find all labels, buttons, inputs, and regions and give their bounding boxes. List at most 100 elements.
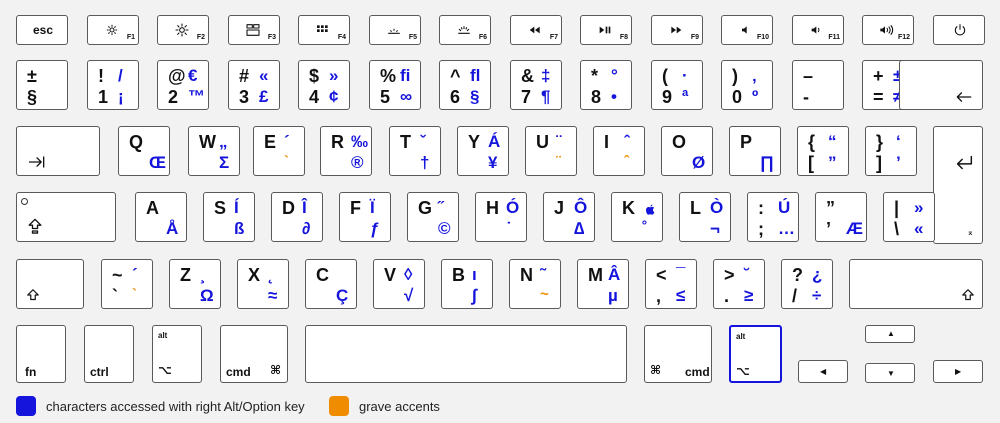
key-b[interactable]: Bı ∫ <box>441 259 493 309</box>
key-arrow-left[interactable]: ◀ <box>798 360 848 383</box>
key-grave[interactable]: ~ ` ´ ` <box>101 259 153 309</box>
key-fn[interactable]: fn <box>16 325 66 383</box>
key-u[interactable]: U ¨ ¨ <box>525 126 577 176</box>
key-rbracket[interactable]: }] ‘ ’ <box>865 126 917 176</box>
key-f2[interactable]: F2 <box>157 15 209 45</box>
key-alt-char: º <box>752 87 759 106</box>
key-9[interactable]: (9 · ª <box>651 60 703 110</box>
key-arrow-right[interactable]: ▶ <box>933 360 983 383</box>
key-alt-char: © <box>438 219 451 238</box>
key-t[interactable]: T ˇ † <box>389 126 441 176</box>
key-arrow-down[interactable]: ▼ <box>865 363 915 383</box>
key-right-option[interactable]: alt ⌥ <box>729 325 782 383</box>
key-6[interactable]: ^ 6 ﬂ § <box>439 60 491 110</box>
key-g[interactable]: G ˝ © <box>407 192 459 242</box>
volume-up-icon <box>880 25 894 35</box>
key-f7[interactable]: F7 <box>510 15 562 45</box>
key-k[interactable]: K ˚ <box>611 192 663 242</box>
key-2[interactable]: @2 € ™ <box>157 60 209 110</box>
key-alt-shift-char: “ <box>828 132 837 151</box>
key-f5[interactable]: F5 <box>369 15 421 45</box>
key-4[interactable]: $4 » ¢ <box>298 60 350 110</box>
key-shift-char: G <box>418 198 433 218</box>
key-o[interactable]: OØ <box>661 126 713 176</box>
key-j[interactable]: J Ô ∆ <box>543 192 595 242</box>
key-shift-char: % <box>380 66 397 86</box>
key-left-command[interactable]: cmd ⌘ <box>220 325 288 383</box>
key-s[interactable]: SÍß <box>203 192 255 242</box>
key-alt-char: ß <box>234 219 245 238</box>
key-3[interactable]: #3 « £ <box>228 60 280 110</box>
key-i[interactable]: Iˆˆ <box>593 126 645 176</box>
key-y[interactable]: Y Á ¥ <box>457 126 509 176</box>
key-f10[interactable]: F10 <box>721 15 773 45</box>
key-f9[interactable]: F9 <box>651 15 703 45</box>
key-base-char: 8 <box>591 87 602 107</box>
key-alt-char: ™ <box>188 87 205 106</box>
key-r[interactable]: R ‰ ® <box>320 126 372 176</box>
key-p[interactable]: P ∏ <box>729 126 781 176</box>
key-f8[interactable]: F8 <box>580 15 632 45</box>
key-backspace[interactable] <box>899 60 983 110</box>
key-right-command[interactable]: ⌘ cmd <box>644 325 712 383</box>
key-esc[interactable]: esc <box>16 15 68 45</box>
key-alt-shift-char: · <box>682 66 688 85</box>
key-1[interactable]: ! 1 / ¡ <box>87 60 139 110</box>
key-shift-char: C <box>316 265 329 285</box>
key-capslock[interactable] <box>16 192 116 242</box>
key-f1[interactable]: F1 <box>87 15 139 45</box>
key-backslash[interactable]: | \ » « <box>883 192 935 242</box>
key-section[interactable]: ± § <box>16 60 68 110</box>
key-0[interactable]: ) 0 ‚ º <box>721 60 773 110</box>
key-w[interactable]: W „ Σ <box>188 126 240 176</box>
key-shift-char: P <box>740 132 753 152</box>
key-m[interactable]: MÂµ <box>577 259 629 309</box>
key-h[interactable]: H Ó ˙ <box>475 192 527 242</box>
key-e[interactable]: E ´ ` <box>253 126 305 176</box>
key-f12[interactable]: F12 <box>862 15 914 45</box>
key-power[interactable] <box>933 15 985 45</box>
key-semicolon[interactable]: :; Ú… <box>747 192 799 242</box>
key-left-option[interactable]: alt ⌥ <box>152 325 202 383</box>
key-slash[interactable]: ? / ¿ ÷ <box>781 259 833 309</box>
key-shift-char: ^ <box>450 66 461 86</box>
key-8[interactable]: * 8 ° • <box>580 60 632 110</box>
key-quote[interactable]: ”’ Æ <box>815 192 867 242</box>
key-left-shift[interactable] <box>16 259 84 309</box>
key-f4[interactable]: F4 <box>298 15 350 45</box>
key-x[interactable]: X ˛ ≈ <box>237 259 289 309</box>
key-minus[interactable]: – - <box>792 60 844 110</box>
key-shift-char: @ <box>168 66 186 86</box>
key-a[interactable]: AÅ <box>135 192 187 242</box>
key-5[interactable]: % 5 ﬁ ∞ <box>369 60 421 110</box>
key-l[interactable]: L Ò ¬ <box>679 192 731 242</box>
key-alt-char: Œ <box>149 153 166 172</box>
key-return[interactable]: ⌅ <box>933 126 983 244</box>
key-7[interactable]: & 7 ‡ ¶ <box>510 60 562 110</box>
key-tab[interactable] <box>16 126 100 176</box>
key-v[interactable]: V ◊ √ <box>373 259 425 309</box>
key-f11[interactable]: F11 <box>792 15 844 45</box>
key-ctrl[interactable]: ctrl <box>84 325 134 383</box>
key-comma[interactable]: <, ¯ ≤ <box>645 259 697 309</box>
key-lbracket[interactable]: {[“ ” <box>797 126 849 176</box>
key-right-shift[interactable] <box>849 259 983 309</box>
key-alt-char: £ <box>259 87 269 106</box>
key-base-char: , <box>656 286 662 306</box>
key-f3[interactable]: F3 <box>228 15 280 45</box>
key-c[interactable]: CÇ <box>305 259 357 309</box>
key-alt-shift-char: » <box>329 66 339 85</box>
key-d[interactable]: D Î ∂ <box>271 192 323 242</box>
key-f[interactable]: FÏƒ <box>339 192 391 242</box>
key-q[interactable]: QŒ <box>118 126 170 176</box>
key-z[interactable]: Z ¸ Ω <box>169 259 221 309</box>
key-f6[interactable]: F6 <box>439 15 491 45</box>
key-n[interactable]: N ˜ ~ <box>509 259 561 309</box>
key-period[interactable]: >. ˘ ≥ <box>713 259 765 309</box>
key-alt-char: ª <box>682 87 689 106</box>
key-arrow-up[interactable]: ▲ <box>865 325 915 343</box>
key-shift-char: ! <box>98 66 104 86</box>
key-space[interactable] <box>305 325 627 383</box>
key-shift-char: } <box>876 132 884 152</box>
key-alt-shift-char: Ò <box>710 198 724 217</box>
